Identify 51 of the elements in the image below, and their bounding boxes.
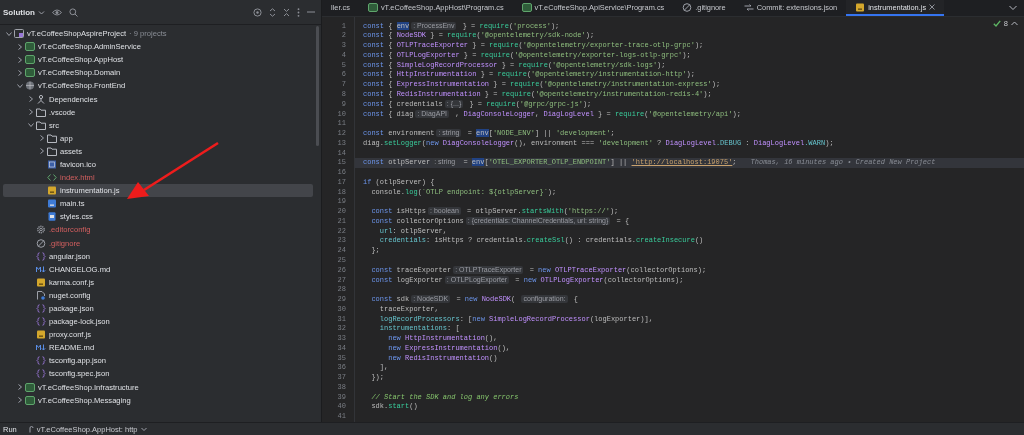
chevron-icon[interactable] [16,384,23,391]
json-file-icon [36,317,46,327]
chevron-icon[interactable] [16,56,23,63]
image-file-icon [47,160,57,169]
ignore-file-icon [682,2,693,12]
chevron-icon[interactable] [16,397,23,404]
json-file-icon [36,356,46,366]
chevron-icon[interactable] [27,122,34,129]
locate-icon[interactable] [253,7,262,17]
chevron-icon[interactable] [16,69,23,76]
search-icon[interactable] [69,7,78,17]
css-file-icon [47,212,57,222]
chevron-icon[interactable] [16,82,23,89]
html-file-icon [47,173,57,183]
js-file-icon [36,277,46,287]
caret-icon [140,426,147,432]
js-file-icon [855,2,866,12]
chevron-icon[interactable] [5,30,12,37]
globe-icon [25,81,35,91]
json-file-icon [36,251,46,261]
chevron-icon[interactable] [38,148,45,155]
csharp-file-icon [367,2,378,12]
checkmark-icon[interactable] [992,20,1001,28]
scrollbar[interactable] [316,26,319,146]
ts-file-icon [47,199,57,209]
dependencies-icon [36,94,46,104]
markdown-file-icon [36,343,46,353]
caret-up-icon[interactable] [1011,21,1018,27]
config-file-icon [36,290,46,300]
expand-all-icon[interactable] [269,7,276,17]
close-icon[interactable] [929,4,936,11]
js-file-icon [36,330,46,340]
collapse-all-icon[interactable] [283,7,290,17]
json-file-icon [36,369,46,379]
json-file-icon [36,304,46,313]
js-file-icon [47,186,57,196]
chevron-icon[interactable] [16,43,23,50]
chevron-icon[interactable] [27,109,34,116]
caret-icon [38,8,45,16]
commit-icon [743,2,754,12]
eye-settings-icon[interactable] [52,7,62,17]
more-options-icon[interactable] [297,7,300,17]
ignore-file-icon [36,238,46,248]
csharp-file-icon [521,2,532,12]
tab-list-chevron-icon[interactable] [1009,5,1017,12]
solution-icon [14,29,24,39]
markdown-file-icon [36,264,46,274]
chevron-icon[interactable] [38,135,45,142]
solution-view-dropdown[interactable]: Solution [3,7,45,17]
chevron-icon[interactable] [27,96,34,102]
gear-icon [36,225,46,235]
